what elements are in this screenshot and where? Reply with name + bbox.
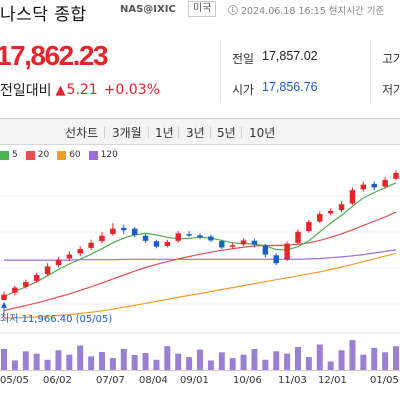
candle-body [131,228,138,235]
candle-body [66,254,73,259]
low-annotation: 최저 11,966.40 (05/05) [0,314,113,325]
volume-bar [55,350,62,370]
volume-bar [33,353,40,370]
candle-body [175,233,181,241]
candle-body [284,243,290,260]
x-tick-label: 11/03 [278,375,307,386]
candle-body [55,259,62,266]
volume-bar [66,354,73,370]
volume-bar [316,344,323,370]
candle-body [88,242,94,248]
candle-body [273,255,279,264]
volume-bar [142,353,149,370]
candle-body [382,179,388,187]
candle-body [262,245,269,255]
x-tick-label: 06/02 [43,375,72,386]
candle-body [121,227,127,231]
volume-bar [284,353,291,370]
low-marker-icon [1,301,7,308]
x-tick-label: 07/07 [96,375,125,386]
x-tick-label: 10/06 [233,375,262,386]
candle-body [186,234,192,236]
volume-bar [44,359,51,370]
volume-bar [218,352,225,370]
volume-bar [109,358,116,370]
candle-body [208,236,214,241]
volume-bar [338,350,345,370]
candle-body [1,294,7,300]
volume-bar [371,347,378,370]
volume-bar [382,352,389,370]
candle-body [371,183,377,188]
volume-bar [251,348,258,370]
candle-body [12,287,18,293]
volume-bar [22,351,29,370]
candle-body [164,242,171,246]
volume-bar [360,354,367,370]
volume-bar [229,358,236,370]
ma5-line [3,182,397,298]
volume-bar [175,353,182,370]
x-tick-label: 01/05 [370,375,399,386]
candle-body [77,249,83,254]
x-tick-label: 12/01 [318,375,347,386]
volume-bar [164,346,171,370]
volume-bar [240,354,247,370]
candle-body [240,240,247,245]
volume-bar [99,351,105,370]
candle-body [393,172,399,179]
volume-bar [11,360,18,370]
ma120-line [4,249,397,261]
volume-bar [393,346,399,370]
x-tick-label: 05/05 [0,375,29,386]
candle-body [99,235,105,242]
candle-body [338,204,345,211]
volume-bar [77,345,84,370]
volume-bar [186,357,193,370]
candle-body [110,228,116,235]
candle-body [306,221,312,231]
candle-body [317,214,323,222]
volume-bar [327,361,334,370]
candle-body [197,235,203,238]
candle-body [295,231,301,243]
candle-body [251,240,258,245]
volume-bar [273,351,280,370]
x-tick-label: 09/01 [180,375,209,386]
volume-bar [1,348,7,370]
volume-bar [120,348,127,370]
candle-body [327,210,334,214]
volume-bar [305,357,312,370]
volume-bar [295,346,301,370]
candle-body [153,241,160,247]
volume-bar [197,349,203,370]
candle-body [229,245,236,247]
volume-bar [131,355,138,370]
candle-body [33,275,40,281]
volume-bar [262,359,269,370]
candle-body [44,266,51,275]
candle-body [219,241,225,248]
candle-body [142,235,149,241]
volume-bar [207,360,214,370]
ma20-line [3,211,397,311]
candle-body [349,190,356,204]
x-tick-label: 08/04 [139,375,168,386]
candle-body [360,184,367,190]
candlestick-chart[interactable] [0,0,400,400]
ma60-line [3,252,397,319]
candle-body [23,282,29,287]
volume-bar [153,359,160,370]
volume-bar [88,356,95,370]
volume-bar [349,340,356,370]
